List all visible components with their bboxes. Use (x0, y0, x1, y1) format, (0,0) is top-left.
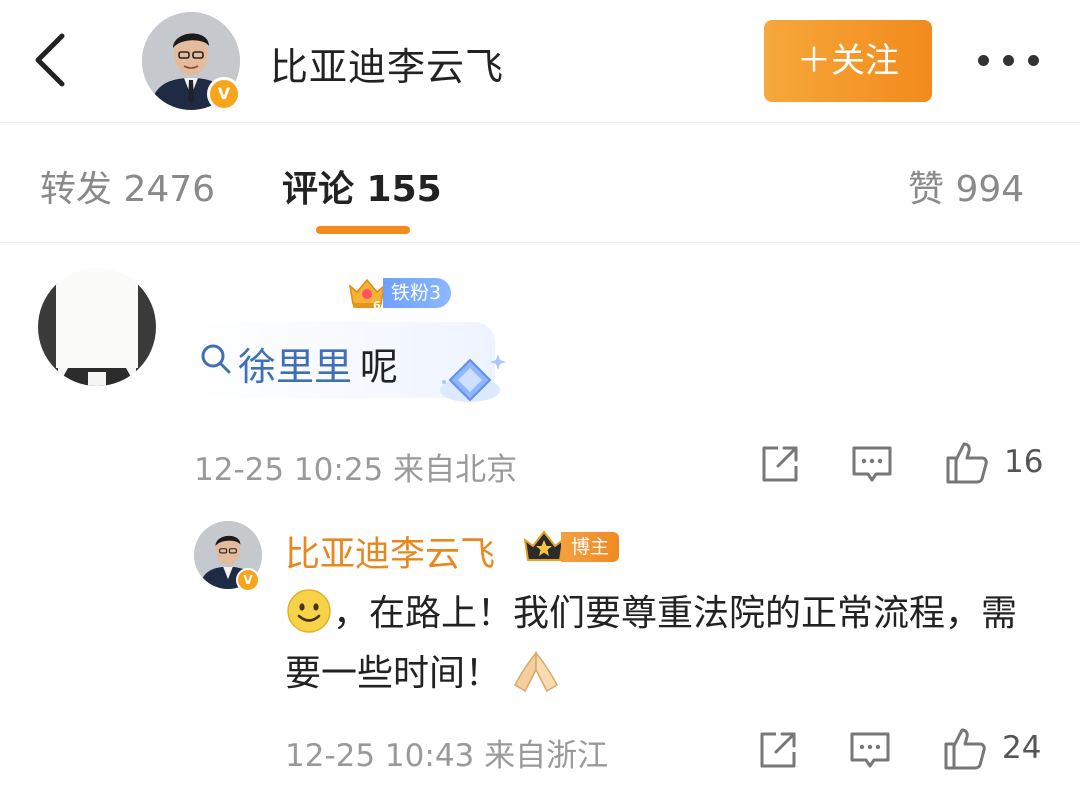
reply-comment-icon[interactable] (846, 726, 894, 774)
reply-timestamp: 12-25 10:43 (285, 738, 475, 774)
follow-button[interactable]: ＋关注 (764, 20, 932, 102)
more-dots-icon[interactable] (974, 44, 1044, 78)
topic-search-link[interactable]: 徐里里 (238, 336, 352, 391)
comment-timestamp: 12-25 10:25 (194, 452, 384, 488)
commenter-avatar-image (38, 268, 156, 386)
fan-level-number: 6 (373, 299, 381, 310)
tab-reposts[interactable]: 转发 2476 (40, 160, 215, 212)
author-name-title[interactable]: 比亚迪李云飞 (270, 36, 504, 91)
reply-thumbs-up-icon[interactable] (940, 724, 988, 772)
tab-comments[interactable]: 评论 155 (282, 160, 442, 212)
diamond-sparkle-icon (440, 354, 506, 402)
smile-emoji-icon (287, 589, 331, 633)
reply-text: ，在路上！我们要尊重法院的正常流程，需要一些时间！ (285, 584, 1025, 704)
fan-level-badge: 6 铁粉3 (347, 276, 452, 310)
comment-text: 呢 (360, 345, 399, 389)
fan-level-label: 铁粉3 (383, 278, 452, 308)
comment-location: 来自北京 (393, 452, 518, 488)
thumbs-up-icon[interactable] (942, 438, 990, 486)
reply-author-name[interactable]: 比亚迪李云飞 (285, 526, 495, 577)
fan-crown-icon: 6 (348, 278, 386, 310)
search-icon (201, 344, 231, 374)
blogger-label: 博主 (561, 532, 620, 562)
reply-share-icon[interactable] (754, 726, 802, 774)
reply-location: 来自浙江 (484, 738, 609, 774)
commenter-avatar[interactable] (38, 268, 156, 386)
blogger-badge: 博主 (521, 528, 620, 566)
reply-text-body: ，在路上！我们要尊重法院的正常流程，需要一些时间！ (285, 593, 1018, 694)
reply-meta: 12-25 10:43 来自浙江 (285, 730, 608, 775)
pray-hands-emoji-icon (514, 650, 558, 693)
comment-like-count: 16 (1004, 444, 1044, 480)
active-tab-indicator (316, 226, 410, 234)
reply-like-count: 24 (1002, 730, 1042, 766)
post-tabs: 转发 2476 评论 155 赞 994 (0, 122, 1080, 243)
comment-icon[interactable] (848, 440, 896, 488)
comment-meta: 12-25 10:25 来自北京 (194, 444, 517, 489)
verified-badge-icon: V (207, 77, 241, 111)
share-icon[interactable] (756, 440, 804, 488)
back-chevron-left-icon[interactable] (28, 30, 76, 90)
tab-likes[interactable]: 赞 994 (908, 160, 1024, 212)
reply-verified-badge-icon: V (236, 568, 260, 592)
post-header: V 比亚迪李云飞 ＋关注 (0, 0, 1080, 123)
